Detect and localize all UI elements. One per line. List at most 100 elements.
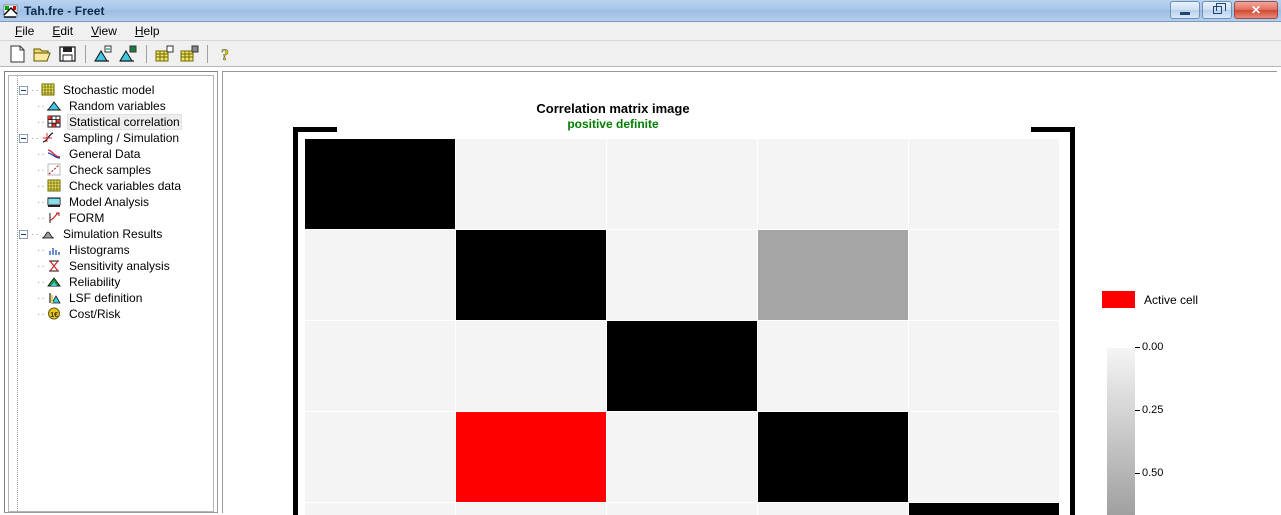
close-button[interactable]: ✕ <box>1234 1 1278 19</box>
frame-top-right-bar <box>1031 127 1075 132</box>
matrix-cell[interactable] <box>758 412 908 502</box>
menu-item-file[interactable]: FFileile <box>6 23 43 39</box>
collapse-icon[interactable] <box>19 133 28 143</box>
sidebar-item-general-data[interactable]: ·· General Data <box>15 146 213 162</box>
matrix-grid[interactable] <box>305 139 1060 515</box>
active-cell-swatch <box>1102 291 1135 308</box>
matrix-cell[interactable] <box>758 139 908 229</box>
sidebar-item-cost-risk[interactable]: ·· 1€ Cost/Risk <box>15 306 213 322</box>
matrix-cell[interactable] <box>758 230 908 320</box>
matrix-cell[interactable] <box>456 139 606 229</box>
workspace: ·· Stochastic model ·· Random variables … <box>0 68 1281 515</box>
toolbar-separator <box>207 44 208 63</box>
sidebar-item-form[interactable]: ·· FORM <box>15 210 213 226</box>
toolbar: ? <box>0 41 1281 67</box>
matrix-cell[interactable] <box>305 503 455 515</box>
matrix-cell[interactable] <box>456 230 606 320</box>
tree-dots: ·· <box>31 84 40 96</box>
matrix-cell[interactable] <box>909 503 1059 515</box>
matrix-cell[interactable] <box>607 503 757 515</box>
frame-left-bar <box>293 127 298 515</box>
tree-dots: ·· <box>37 196 46 208</box>
scale-tick-2: 0.50 <box>1135 467 1163 479</box>
close-icon: ✕ <box>1250 3 1262 17</box>
sidebar-item-label: General Data <box>69 147 141 161</box>
svg-text:?: ? <box>221 47 229 63</box>
scale-tick-0: 0.00 <box>1135 341 1163 353</box>
sidebar-item-label: Check variables data <box>69 179 182 193</box>
sidebar-item-lsf-definition[interactable]: ·· LSF definition <box>15 290 213 306</box>
matrix-cell[interactable] <box>607 230 757 320</box>
sidebar-item-model-analysis[interactable]: ·· Model Analysis <box>15 194 213 210</box>
sidebar-item-label: Reliability <box>69 275 121 289</box>
matrix-cell[interactable] <box>456 321 606 411</box>
collapse-icon[interactable] <box>19 85 28 95</box>
matrix-cell[interactable] <box>607 139 757 229</box>
matrix-cell[interactable] <box>909 412 1059 502</box>
matrix-cell[interactable] <box>305 230 455 320</box>
matrix-cell[interactable] <box>456 503 606 515</box>
sidebar-item-random-variables[interactable]: ·· Random variables <box>15 98 213 114</box>
sidebar-item-check-variables-data[interactable]: ·· Check variables data <box>15 178 213 194</box>
new-file-icon[interactable] <box>6 43 29 65</box>
sidebar-item-reliability[interactable]: ·· Reliability <box>15 274 213 290</box>
sidebar-item-statistical-correlation[interactable]: ·· Statistical correlation <box>15 114 213 130</box>
matrix-cell[interactable] <box>909 139 1059 229</box>
cost-risk-coin-icon: 1€ <box>47 307 63 321</box>
tree-group-label: Stochastic model <box>63 83 155 97</box>
minimize-button[interactable] <box>1170 1 1200 19</box>
matrix-cell[interactable] <box>758 321 908 411</box>
reliability-icon <box>47 275 63 289</box>
sidebar-item-label: Cost/Risk <box>69 307 121 321</box>
matrix-cell[interactable] <box>305 412 455 502</box>
matrix-cell[interactable] <box>909 321 1059 411</box>
tree-dots: ·· <box>37 276 46 288</box>
collapse-icon[interactable] <box>19 229 28 239</box>
check-samples-icon <box>47 163 63 177</box>
menu-item-edit[interactable]: Edit <box>43 23 82 39</box>
form-icon <box>47 211 63 225</box>
matrix-cell[interactable] <box>607 321 757 411</box>
import-grid-data-icon[interactable] <box>153 43 176 65</box>
save-disk-icon[interactable] <box>56 43 79 65</box>
window-title: Tah.fre - Freet <box>24 3 105 18</box>
menu-item-view[interactable]: View <box>82 23 126 39</box>
general-data-icon <box>47 147 63 161</box>
menu-bar: FFileile Edit View Help <box>0 22 1281 41</box>
open-folder-icon[interactable] <box>31 43 54 65</box>
sidebar-item-histograms[interactable]: ·· Histograms <box>15 242 213 258</box>
color-scale-bar: 0.00 0.25 0.50 <box>1107 341 1163 515</box>
tick-dash-icon <box>1135 472 1140 474</box>
tree-dots: ·· <box>37 260 46 272</box>
frame-top-left-bar <box>293 127 337 132</box>
matrix-cell[interactable] <box>909 230 1059 320</box>
menu-item-help[interactable]: Help <box>126 23 169 39</box>
sidebar-item-label: Random variables <box>69 99 166 113</box>
restore-button[interactable] <box>1202 1 1232 19</box>
export-distribution-icon[interactable] <box>117 43 140 65</box>
matrix-cell[interactable] <box>758 503 908 515</box>
tree-dots: ·· <box>37 212 46 224</box>
tree-group-stochastic-model[interactable]: ·· Stochastic model <box>15 82 213 98</box>
matrix-cell[interactable] <box>305 139 455 229</box>
sidebar-item-sensitivity-analysis[interactable]: ·· Sensitivity analysis <box>15 258 213 274</box>
tree-view[interactable]: ·· Stochastic model ·· Random variables … <box>8 75 214 512</box>
help-question-icon[interactable]: ? <box>214 43 237 65</box>
distribution-curve-icon <box>47 99 63 113</box>
export-grid-data-icon[interactable] <box>178 43 201 65</box>
tree-dots: ·· <box>37 116 46 128</box>
results-hill-icon <box>41 227 57 241</box>
sidebar-item-check-samples[interactable]: ·· Check samples <box>15 162 213 178</box>
import-distribution-icon[interactable] <box>92 43 115 65</box>
minimize-icon <box>1180 11 1190 15</box>
matrix-row <box>305 230 1060 320</box>
svg-text:1€: 1€ <box>50 312 58 319</box>
tree-dots: ·· <box>31 228 40 240</box>
matrix-cell-active[interactable] <box>456 412 606 502</box>
tree-group-sampling-simulation[interactable]: ·· Sampling / Simulation <box>15 130 213 146</box>
sensitivity-icon <box>47 259 63 273</box>
scale-tick-1: 0.25 <box>1135 404 1163 416</box>
matrix-cell[interactable] <box>305 321 455 411</box>
matrix-cell[interactable] <box>607 412 757 502</box>
tree-group-simulation-results[interactable]: ·· Simulation Results <box>15 226 213 242</box>
